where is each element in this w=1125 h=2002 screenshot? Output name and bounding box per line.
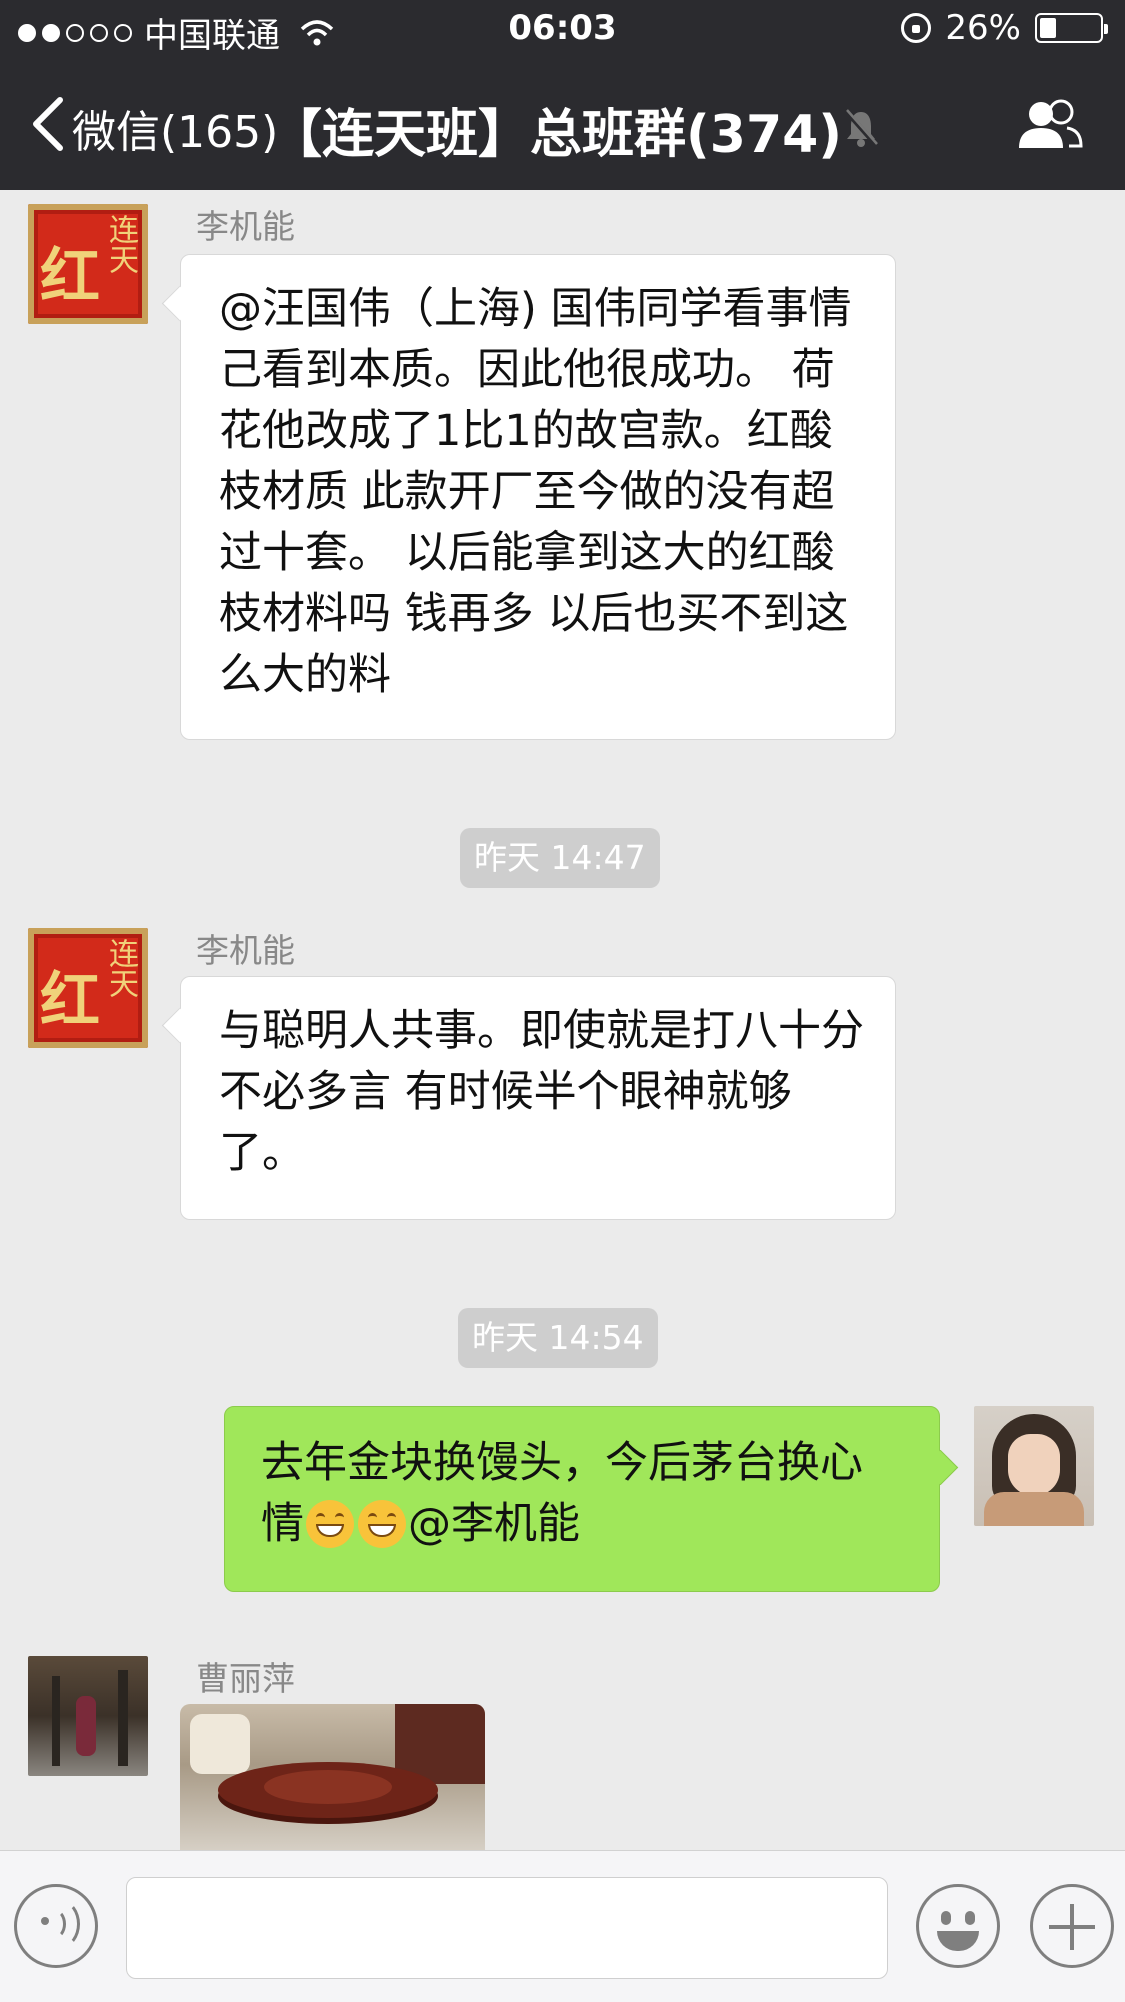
grin-emoji-icon xyxy=(306,1500,354,1548)
avatar-seal-main: 红 xyxy=(40,966,100,1036)
timestamp: 昨天 14:47 xyxy=(460,828,660,888)
timestamp: 昨天 14:54 xyxy=(458,1308,658,1368)
sender-avatar[interactable]: 红 连天 xyxy=(28,928,148,1048)
input-bar xyxy=(0,1850,1125,2002)
message-input[interactable] xyxy=(126,1877,888,1979)
self-avatar[interactable] xyxy=(974,1406,1094,1526)
message-bubble[interactable]: @汪国伟（上海) 国伟同学看事情己看到本质。因此他很成功。 荷花他改成了1比1的… xyxy=(180,254,896,740)
image-message[interactable] xyxy=(180,1704,485,1850)
back-button[interactable]: 微信(165) xyxy=(72,96,278,160)
mute-bell-icon xyxy=(844,109,878,147)
message-bubble[interactable]: 与聪明人共事。即使就是打八十分 不必多言 有时候半个眼神就够了。 xyxy=(180,976,896,1220)
rotation-lock-icon xyxy=(901,13,932,43)
outgoing-message-bubble[interactable]: 去年金块换馒头，今后茅台换心情 @李机能 xyxy=(224,1406,940,1592)
status-bar: 中国联通 06:03 26% xyxy=(0,0,1125,58)
chat-area[interactable]: 红 连天 李机能 @汪国伟（上海) 国伟同学看事情己看到本质。因此他很成功。 荷… xyxy=(0,190,1125,1850)
avatar-seal-main: 红 xyxy=(40,242,100,312)
battery-percent: 26% xyxy=(945,8,1021,48)
voice-input-button[interactable] xyxy=(14,1884,98,1968)
battery-icon xyxy=(1035,13,1108,43)
sender-avatar[interactable]: 红 连天 xyxy=(28,204,148,324)
group-members-icon[interactable] xyxy=(1015,98,1085,152)
avatar-seal-side: 连天 xyxy=(103,938,138,998)
avatar-seal-side: 连天 xyxy=(103,214,138,274)
sender-name: 李机能 xyxy=(196,207,295,246)
emoji-button[interactable] xyxy=(916,1884,1000,1968)
sender-name: 曹丽萍 xyxy=(196,1659,295,1698)
sender-name: 李机能 xyxy=(196,931,295,970)
mention-text: @李机能 xyxy=(408,1499,580,1549)
sender-avatar[interactable] xyxy=(28,1656,148,1776)
grin-emoji-icon xyxy=(358,1500,406,1548)
chat-title: 【连天班】总班群(374) xyxy=(270,105,843,165)
nav-bar: 微信(165) 【连天班】总班群(374) xyxy=(0,58,1125,190)
more-button[interactable] xyxy=(1030,1884,1114,1968)
back-chevron-icon[interactable] xyxy=(28,96,68,152)
